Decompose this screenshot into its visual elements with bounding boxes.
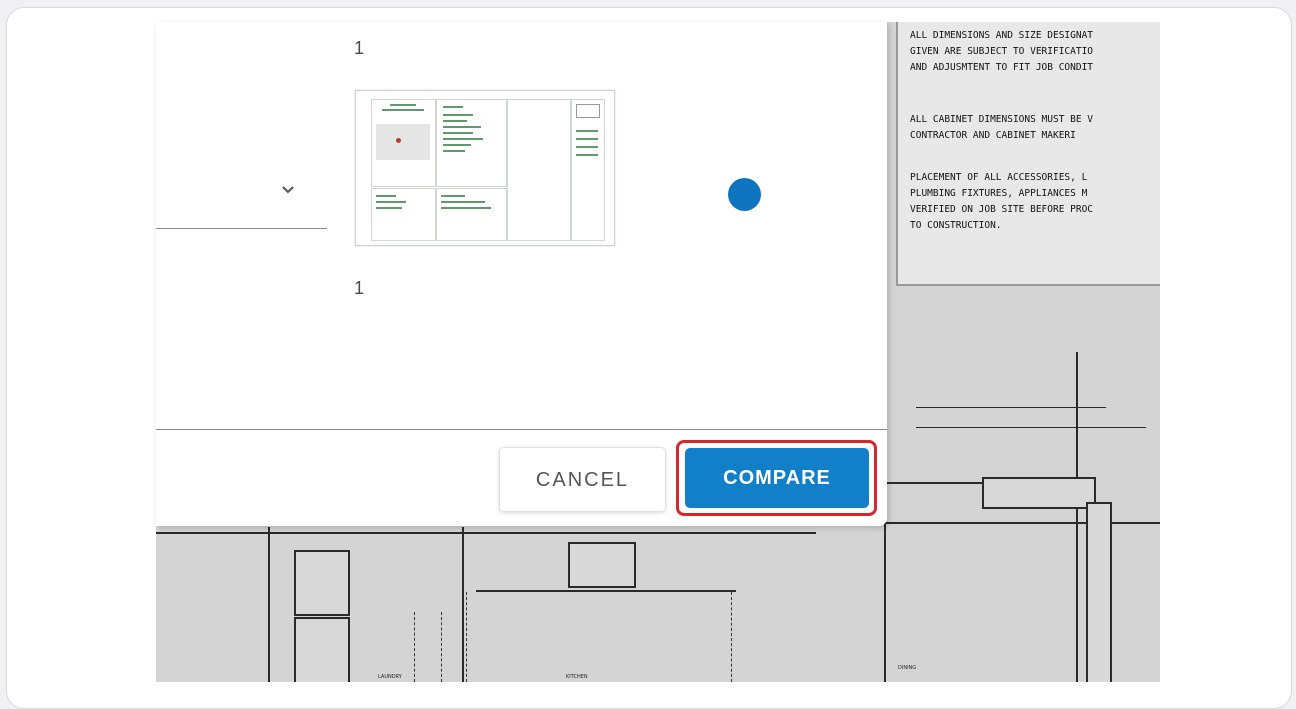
thumb-designer-panel (436, 188, 507, 241)
wall-line (156, 532, 816, 534)
cabinet-outline (441, 612, 442, 682)
room-label-laundry: LAUNDRY (378, 674, 402, 680)
counter-line (476, 590, 736, 592)
note-dimensions: ALL DIMENSIONS AND SIZE DESIGNAT GIVEN A… (910, 30, 1094, 73)
dimension-line (916, 427, 1146, 428)
thumb-text (376, 195, 396, 197)
compare-button[interactable]: COMPARE (685, 448, 869, 508)
thumb-map-panel (371, 99, 436, 187)
kitchen-sink (568, 542, 636, 588)
thumb-titleblock (571, 99, 605, 241)
thumb-text (382, 109, 424, 111)
thumb-text (576, 146, 598, 148)
thumb-text (443, 126, 481, 128)
version-number-top: 1 (354, 38, 365, 58)
thumb-text (443, 150, 465, 152)
thumb-blank-panel (507, 99, 571, 241)
thumb-text (443, 144, 471, 146)
note-cabinets: ALL CABINET DIMENSIONS MUST BE V CONTRAC… (910, 114, 1094, 141)
dryer-appliance (294, 617, 350, 682)
thumb-text (376, 207, 402, 209)
version-number-bottom: 1 (354, 278, 365, 298)
map-pin-icon (396, 138, 401, 143)
chevron-down-icon[interactable] (280, 184, 296, 196)
thumb-text (443, 114, 473, 116)
cabinet-outline (466, 592, 467, 682)
thumb-logo (576, 104, 600, 118)
thumb-text (443, 106, 463, 108)
thumb-text (443, 120, 467, 122)
thumb-text (576, 138, 598, 140)
wall-line (462, 527, 464, 682)
thumb-text (376, 201, 406, 203)
wall-segment (982, 477, 1096, 509)
thumb-index-panel (436, 99, 507, 187)
thumb-text (390, 104, 416, 106)
thumb-text (441, 195, 465, 197)
general-notes-panel: ALL DIMENSIONS AND SIZE DESIGNAT GIVEN A… (896, 22, 1160, 286)
thumb-text (443, 132, 473, 134)
dimension-line (916, 407, 1106, 408)
dimension-line (1076, 352, 1078, 682)
version-select-underline[interactable] (156, 228, 327, 229)
window-frame (1086, 502, 1112, 682)
thumb-text (441, 207, 491, 209)
dialog-divider (156, 429, 887, 430)
room-label-kitchen: KITCHEN (566, 674, 588, 680)
thumb-map (376, 124, 430, 160)
wall-line (268, 527, 270, 682)
thumb-text (443, 138, 483, 140)
note-placement: PLACEMENT OF ALL ACCESSORIES, L PLUMBING… (910, 172, 1094, 231)
compare-versions-dialog: 1 1 CANCEL COMPARE (156, 22, 887, 526)
sheet-thumbnail[interactable] (355, 90, 615, 246)
screen-frame: ALL DIMENSIONS AND SIZE DESIGNAT GIVEN A… (6, 7, 1292, 709)
cabinet-outline (414, 612, 415, 682)
washer-appliance (294, 550, 350, 616)
thumb-text (576, 154, 598, 156)
thumb-contact-panel (371, 188, 436, 241)
cancel-button[interactable]: CANCEL (499, 447, 666, 512)
thumb-text (441, 201, 485, 203)
thumb-text (576, 130, 598, 132)
cabinet-outline (731, 592, 732, 682)
version-radio-selected[interactable] (728, 178, 761, 211)
